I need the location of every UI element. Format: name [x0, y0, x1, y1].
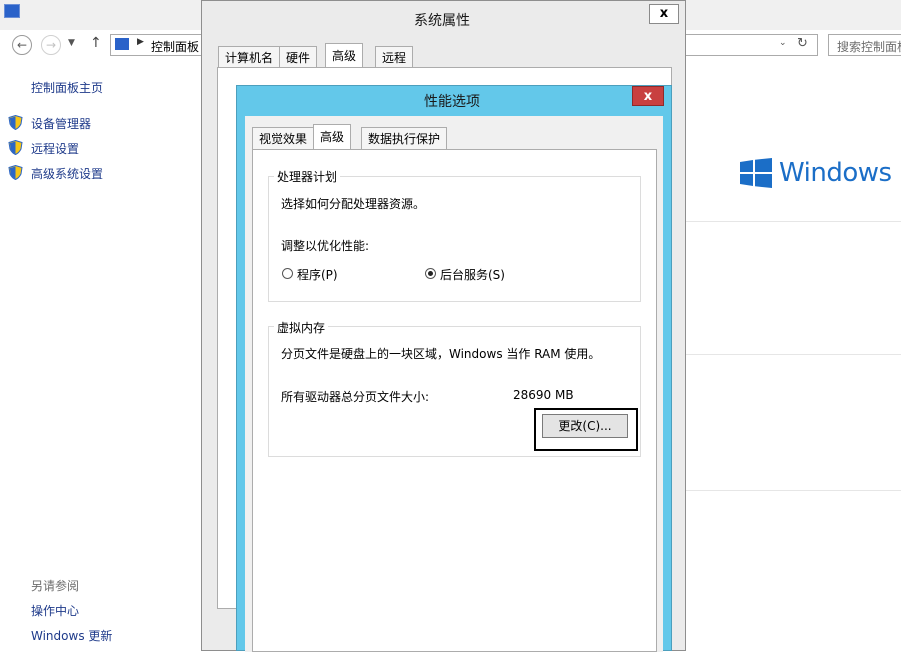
dialog-title: 性能选项 — [424, 94, 480, 110]
adjust-label: 调整以优化性能: — [281, 239, 370, 253]
divider — [686, 490, 901, 491]
divider — [686, 354, 901, 355]
tab-computer-name[interactable]: 计算机名 — [218, 46, 281, 68]
dialog-body: 视觉效果 高级 数据执行保护 处理器计划 选择如何分配处理器资源。 调整以优化性… — [245, 116, 663, 652]
back-button[interactable]: ← — [12, 35, 32, 55]
dialog-title: 系统属性 — [414, 13, 470, 29]
sidebar-item-advanced-settings[interactable]: 高级系统设置 — [31, 165, 103, 182]
programs-radio[interactable] — [282, 268, 293, 279]
close-button[interactable]: x — [649, 4, 679, 24]
processor-description: 选择如何分配处理器资源。 — [281, 197, 426, 211]
performance-options-dialog: 性能选项 x 视觉效果 高级 数据执行保护 处理器计划 选择如何分配处理器资源。… — [236, 85, 672, 652]
sidebar-item-device-manager[interactable]: 设备管理器 — [31, 115, 91, 132]
divider — [686, 221, 901, 222]
forward-button[interactable]: → — [41, 35, 61, 55]
system-app-icon — [4, 4, 20, 18]
virtual-memory-description: 分页文件是硬盘上的一块区域，Windows 当作 RAM 使用。 — [281, 347, 601, 361]
tab-panel: 处理器计划 选择如何分配处理器资源。 调整以优化性能: 程序(P) 后台服务(S… — [252, 149, 657, 652]
paging-file-size-value: 28690 MB — [513, 388, 574, 402]
refresh-icon[interactable]: ↻ — [797, 36, 808, 51]
background-services-radio[interactable] — [425, 268, 436, 279]
group-title: 处理器计划 — [274, 168, 341, 185]
group-title: 虚拟内存 — [274, 319, 329, 336]
up-arrow-icon[interactable]: ↑ — [90, 35, 102, 51]
background-services-radio-label[interactable]: 后台服务(S) — [440, 266, 505, 283]
sidebar-item-remote-settings[interactable]: 远程设置 — [31, 140, 79, 157]
paging-file-size-label: 所有驱动器总分页文件大小: — [281, 390, 430, 404]
control-panel-home-link[interactable]: 控制面板主页 — [31, 79, 103, 96]
tab-remote[interactable]: 远程 — [375, 46, 414, 68]
action-center-link[interactable]: 操作中心 — [31, 602, 79, 619]
control-panel-icon — [115, 38, 129, 50]
address-dropdown-icon[interactable]: ⌄ — [779, 38, 787, 48]
search-input[interactable]: 搜索控制面板 — [828, 34, 901, 56]
shield-icon — [8, 164, 23, 181]
windows-brand-text: Windows Se — [779, 158, 901, 188]
recent-pages-chevron-icon[interactable]: ▼ — [68, 38, 75, 48]
tab-advanced[interactable]: 高级 — [325, 43, 364, 68]
see-also-heading: 另请参阅 — [31, 579, 80, 593]
tab-visual-effects[interactable]: 视觉效果 — [252, 127, 315, 149]
tab-hardware[interactable]: 硬件 — [279, 46, 318, 68]
tab-data-execution-prevention[interactable]: 数据执行保护 — [361, 127, 448, 149]
windows-update-link[interactable]: Windows 更新 — [31, 627, 112, 644]
change-button[interactable]: 更改(C)... — [542, 414, 628, 438]
breadcrumb-root[interactable]: 控制面板 — [151, 38, 199, 55]
programs-radio-label[interactable]: 程序(P) — [297, 266, 338, 283]
breadcrumb-arrow-icon: ▶ — [137, 37, 144, 47]
shield-icon — [8, 139, 23, 156]
windows-logo-icon — [740, 158, 772, 191]
close-button[interactable]: x — [632, 86, 664, 106]
tab-advanced[interactable]: 高级 — [313, 124, 352, 149]
shield-icon — [8, 114, 23, 131]
